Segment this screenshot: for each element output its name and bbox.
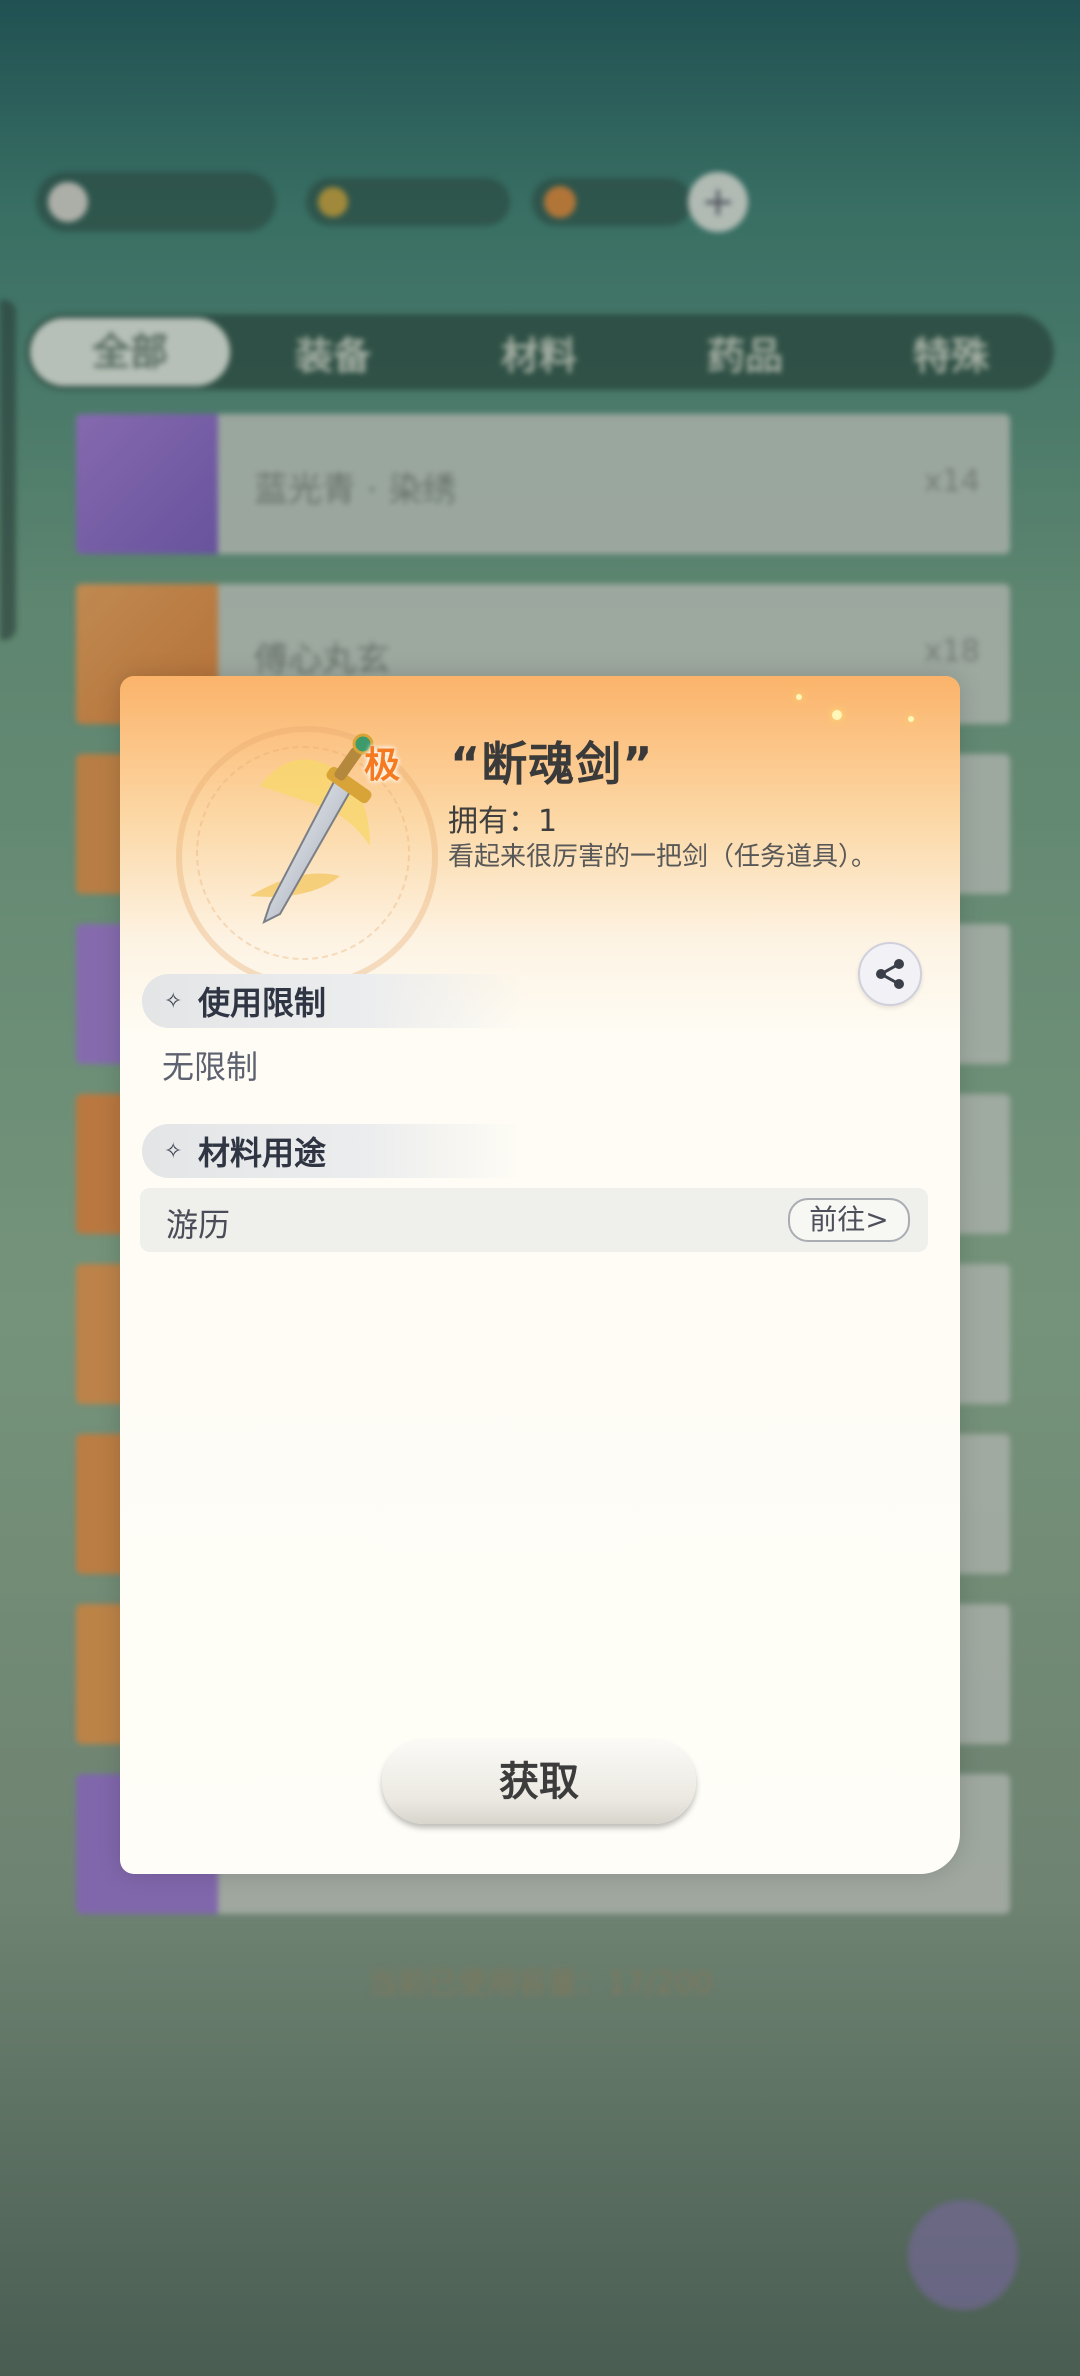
usage-limit-heading-text: 使用限制 — [198, 984, 327, 1022]
sparkle-decoration — [908, 716, 914, 722]
acquire-button[interactable]: 获取 — [382, 1740, 696, 1824]
item-title: “断魂剑” — [450, 737, 654, 791]
grade-badge: 极 — [364, 745, 401, 786]
usage-limit-value: 无限制 — [162, 1048, 259, 1086]
owned-value: 1 — [538, 804, 558, 839]
item-description: 看起来很厉害的一把剑（任务道具）。 — [448, 842, 878, 872]
share-icon — [876, 959, 904, 989]
material-use-heading: ✧ 材料用途 — [142, 1124, 522, 1178]
goto-button[interactable]: 前往> — [788, 1198, 910, 1242]
share-button[interactable] — [858, 942, 922, 1006]
owned-label: 拥有： — [448, 804, 538, 839]
material-use-row: 游历 前往> — [140, 1188, 928, 1252]
material-use-label: 游历 — [166, 1206, 231, 1244]
sparkle-decoration — [832, 710, 842, 720]
material-use-heading-text: 材料用途 — [198, 1134, 327, 1172]
item-detail-modal: 极 “断魂剑” 拥有：1 看起来很厉害的一把剑（任务道具）。 ✧ 使用限制 无限… — [120, 676, 960, 1874]
diamond-icon: ✧ — [164, 988, 183, 1014]
diamond-icon: ✧ — [164, 1138, 183, 1164]
sparkle-decoration — [796, 694, 802, 700]
owned-count: 拥有：1 — [448, 796, 557, 840]
usage-limit-heading: ✧ 使用限制 — [142, 974, 522, 1028]
